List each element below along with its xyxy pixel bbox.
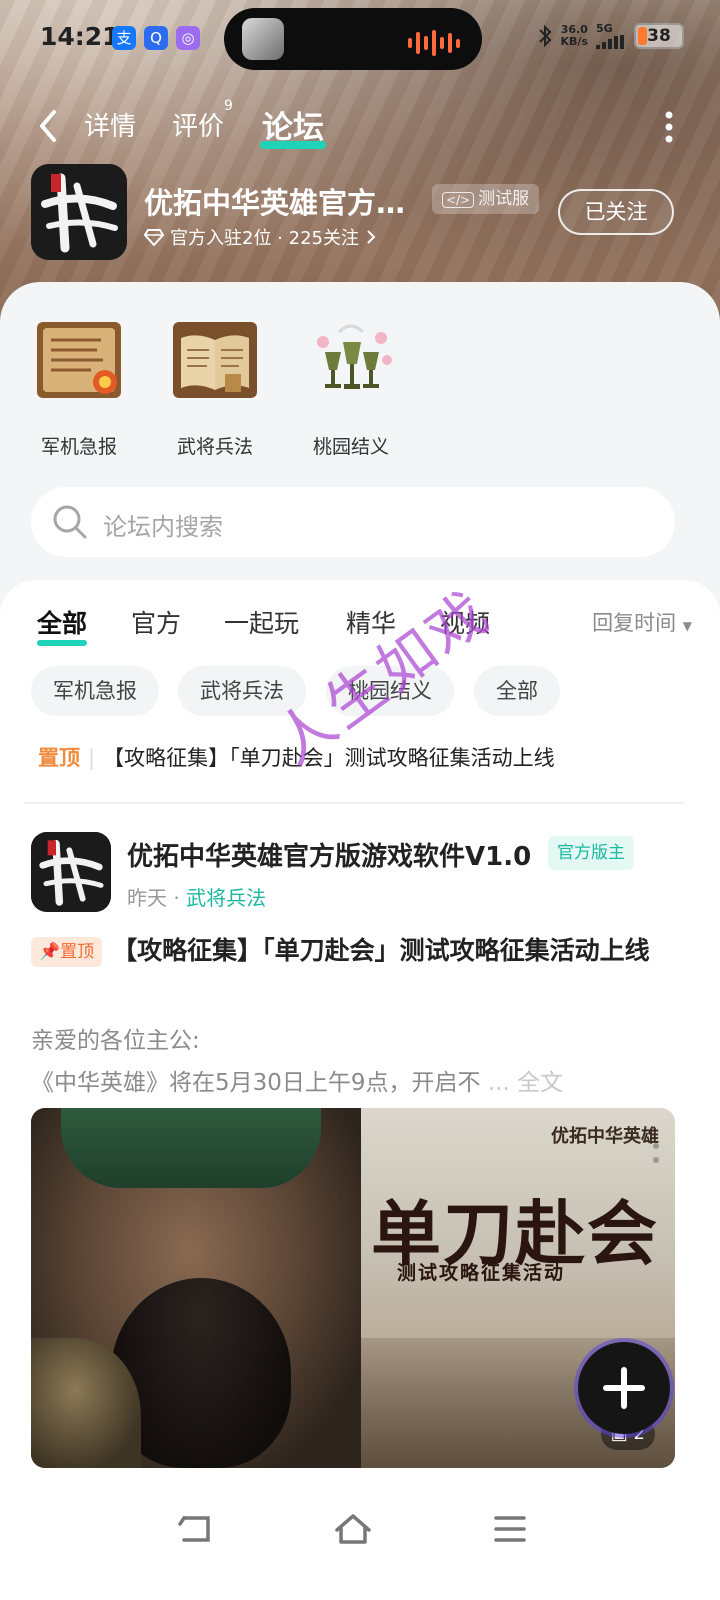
status-indicators: 36.0 KB/s 5G 38 — [537, 22, 684, 49]
media-thumbnail — [242, 18, 284, 60]
app-meta[interactable]: 官方入驻2位 · 225关注 — [144, 224, 377, 250]
dynamic-island[interactable] — [224, 8, 482, 70]
menu-nav-icon[interactable] — [490, 1512, 530, 1546]
back-nav-icon[interactable] — [176, 1512, 216, 1546]
qq-browser-icon: Q — [144, 26, 168, 50]
image-subtitle: 测试攻略征集活动 — [397, 1262, 566, 1284]
audio-wave-icon — [408, 30, 460, 56]
post-author-name[interactable]: 优拓中华英雄官方版游戏软件V1.0 — [127, 836, 531, 873]
create-post-button[interactable] — [578, 1342, 670, 1434]
book-icon — [173, 322, 257, 398]
general-portrait — [31, 1108, 361, 1468]
status-time: 14:21 — [40, 22, 120, 51]
tab-details[interactable]: 详情 — [84, 106, 136, 143]
code-icon: </> — [442, 192, 475, 208]
post-excerpt[interactable]: 亲爱的各位主公: 《中华英雄》将在5月30日上午9点，开启不 ... 全文 — [31, 1020, 681, 1104]
post-time: 昨天 — [127, 886, 167, 910]
scroll-icon — [37, 322, 121, 398]
post-image[interactable]: 单刀赴会 测试攻略征集活动 优拓中华英雄 ▣ 2 — [31, 1108, 675, 1468]
search-input[interactable]: 论坛内搜索 — [103, 507, 223, 542]
alipay-icon: 支 — [112, 26, 136, 50]
caret-down-icon: ▼ — [682, 619, 692, 633]
test-server-badge: </> 测试服 — [432, 184, 540, 214]
pinned-tag: 置顶 — [38, 746, 80, 770]
follow-button[interactable]: 已关注 — [558, 189, 674, 235]
sort-dropdown[interactable]: 回复时间 ▼ — [592, 607, 692, 637]
goblet-icon — [317, 324, 392, 389]
battery-icon: 38 — [634, 22, 684, 49]
post-title[interactable]: 📌置顶 【攻略征集】「单刀赴会」测试攻略征集活动上线 — [31, 932, 681, 970]
app-title: 优拓中华英雄官方… — [144, 186, 406, 220]
feed-tab-official[interactable]: 官方 — [131, 604, 181, 640]
category-jiji[interactable]: 军机急报 — [24, 312, 134, 459]
tab-reviews[interactable]: 评价 — [172, 106, 224, 143]
review-count-badge: 9 — [224, 98, 233, 114]
forum-search[interactable]: 论坛内搜索 — [31, 487, 675, 557]
category-label: 军机急报 — [40, 436, 117, 458]
moderator-badge: 官方版主 — [548, 836, 634, 870]
search-icon — [53, 505, 87, 539]
category-label: 武将兵法 — [176, 436, 253, 458]
pin-tag: 📌置顶 — [31, 937, 103, 967]
more-options-icon[interactable] — [664, 110, 674, 144]
plus-icon — [603, 1367, 645, 1409]
chip-jiji[interactable]: 军机急报 — [31, 666, 159, 716]
app-icon: ◎ — [176, 26, 200, 50]
bluetooth-icon — [538, 24, 551, 47]
category-taoyuan[interactable]: 桃园结义 — [296, 312, 406, 459]
system-nav-bar — [0, 1490, 720, 1600]
feed-tab-all[interactable]: 全部 — [37, 604, 88, 646]
diamond-icon — [144, 229, 164, 246]
app-logo[interactable] — [31, 164, 127, 260]
back-icon[interactable] — [34, 106, 62, 146]
post-more-icon[interactable] — [652, 1142, 660, 1164]
cellular-signal-icon: 5G — [596, 22, 626, 49]
post-author-avatar[interactable] — [31, 832, 111, 912]
pushpin-icon: 📌 — [39, 942, 61, 962]
status-bar: 14:21 支 Q ◎ 36.0 KB/s 5G 38 — [0, 0, 720, 78]
category-wujiang[interactable]: 武将兵法 — [160, 312, 270, 459]
tab-forum[interactable]: 论坛 — [260, 102, 326, 149]
post-meta: 昨天 · 武将兵法 — [127, 886, 267, 910]
chip-all[interactable]: 全部 — [474, 666, 560, 716]
category-label: 桃园结义 — [312, 436, 389, 458]
home-nav-icon[interactable] — [333, 1512, 373, 1546]
top-nav: 详情 评价 9 论坛 — [0, 96, 720, 156]
read-more-link[interactable]: ... 全文 — [488, 1070, 563, 1096]
divider — [24, 802, 684, 804]
image-game-logo: 优拓中华英雄 — [551, 1126, 659, 1147]
feed-tab-play-together[interactable]: 一起玩 — [224, 604, 299, 640]
post-topic-link[interactable]: 武将兵法 — [186, 886, 266, 910]
chevron-right-icon — [367, 230, 376, 244]
network-speed: 36.0 KB/s — [560, 22, 588, 48]
